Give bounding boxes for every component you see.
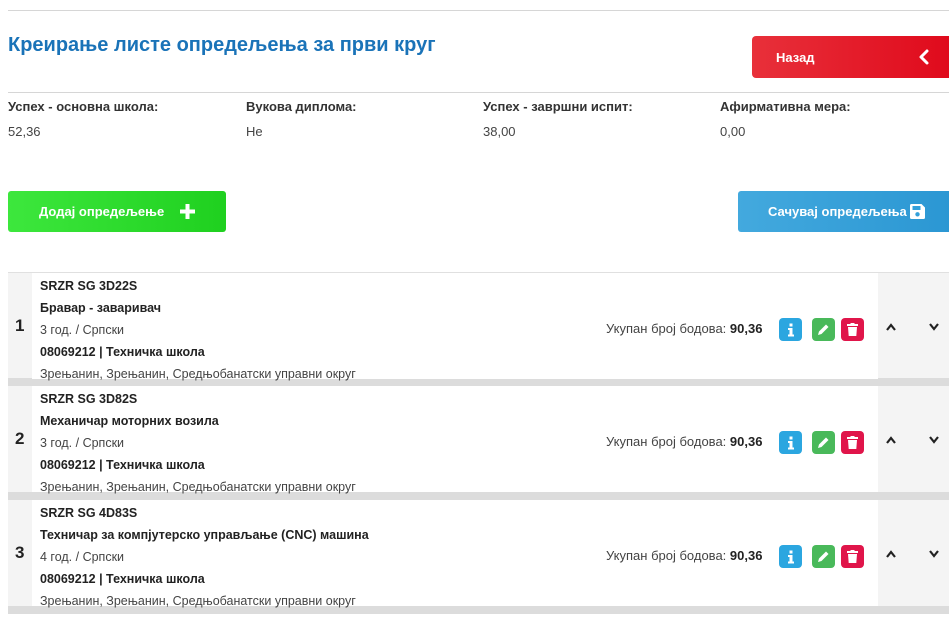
trash-icon (847, 436, 858, 449)
stat-value: 38,00 (483, 124, 516, 139)
stat-vuk-diploma: Вукова диплома: Не (246, 99, 357, 139)
chevron-up-icon[interactable] (885, 435, 897, 445)
edit-button[interactable] (812, 545, 835, 568)
info-button[interactable] (779, 318, 802, 341)
choice-duration-language: 4 год. / Српски (40, 550, 125, 564)
choice-total-label: Укупан број бодова: (606, 321, 727, 336)
choice-rank: 2 (15, 429, 25, 448)
choice-rank: 3 (15, 543, 25, 562)
add-choice-button[interactable]: Додај опредељење (8, 191, 226, 232)
choice-profile: Механичар моторних возила (40, 414, 219, 428)
save-choices-button[interactable]: Сачувај опредељења (738, 191, 949, 232)
pencil-icon (818, 324, 829, 335)
page-title: Креирање листе опредељења за први круг (8, 34, 436, 56)
stat-label: Вукова диплома: (246, 99, 357, 114)
delete-button[interactable] (841, 431, 864, 454)
choice-item: 3 SRZR SG 4D83S Техничар за компјутерско… (8, 500, 949, 614)
trash-icon (847, 550, 858, 563)
choice-body: SRZR SG 3D82S Механичар моторних возила … (32, 386, 878, 494)
back-button-label: Назад (776, 49, 815, 65)
info-icon (787, 436, 794, 449)
choice-body: SRZR SG 4D83S Техничар за компјутерско у… (32, 500, 878, 608)
choice-duration-language: 3 год. / Српски (40, 436, 125, 450)
stat-label: Успех - завршни испит: (483, 99, 633, 114)
stat-final-exam: Успех - завршни испит: 38,00 (483, 99, 633, 139)
chevron-down-icon[interactable] (928, 435, 940, 445)
add-choice-label: Додај опредељење (39, 204, 165, 219)
choice-total: Укупан број бодова: 90,36 (606, 321, 762, 336)
choice-total-value: 90,36 (729, 548, 763, 563)
stat-value: 0,00 (720, 124, 746, 139)
back-button[interactable]: Назад (752, 36, 949, 78)
stat-label: Афирмативна мера: (720, 99, 851, 114)
delete-button[interactable] (841, 545, 864, 568)
choice-location: Зрењанин, Зрењанин, Средњобанатски управ… (40, 594, 356, 608)
stat-affirmative-measure: Афирмативна мера: 0,00 (720, 99, 851, 139)
info-button[interactable] (779, 545, 802, 568)
choice-profile: Бравар - заваривач (40, 301, 161, 315)
choice-total-value: 90,36 (729, 434, 763, 449)
delete-button[interactable] (841, 318, 864, 341)
save-choices-label: Сачувај опредељења (768, 204, 907, 219)
choice-body: SRZR SG 3D22S Бравар - заваривач 3 год. … (32, 273, 878, 381)
choice-total-label: Укупан број бодова: (606, 434, 727, 449)
choice-total-value: 90,36 (729, 321, 763, 336)
choice-code: SRZR SG 4D83S (40, 506, 138, 520)
stat-value: Не (246, 124, 263, 139)
choice-code: SRZR SG 3D22S (40, 279, 138, 293)
choice-location: Зрењанин, Зрењанин, Средњобанатски управ… (40, 367, 356, 381)
score-summary: Успех - основна школа: 52,36 Вукова дипл… (8, 92, 949, 139)
chevron-up-icon[interactable] (885, 549, 897, 559)
top-divider (8, 10, 949, 11)
choice-school: 08069212 | Техничка школа (40, 345, 205, 359)
pencil-icon (818, 437, 829, 448)
chevron-up-icon[interactable] (885, 322, 897, 332)
trash-icon (847, 323, 858, 336)
choice-location: Зрењанин, Зрењанин, Средњобанатски управ… (40, 480, 356, 494)
choice-total: Укупан број бодова: 90,36 (606, 434, 762, 449)
edit-button[interactable] (812, 431, 835, 454)
info-icon (787, 323, 794, 336)
floppy-disk-icon (910, 204, 925, 219)
plus-icon (180, 204, 195, 219)
chevron-down-icon[interactable] (928, 322, 940, 332)
choice-profile: Техничар за компјутерско управљање (CNC)… (40, 528, 369, 542)
choice-item: 2 SRZR SG 3D82S Механичар моторних возил… (8, 386, 949, 500)
choice-rank: 1 (15, 316, 25, 335)
info-button[interactable] (779, 431, 802, 454)
choice-duration-language: 3 год. / Српски (40, 323, 125, 337)
pencil-icon (818, 551, 829, 562)
choice-total: Укупан број бодова: 90,36 (606, 548, 762, 563)
chevron-left-icon (919, 49, 929, 65)
choice-school: 08069212 | Техничка школа (40, 572, 205, 586)
choices-list: 1 SRZR SG 3D22S Бравар - заваривач 3 год… (8, 272, 949, 614)
stat-label: Успех - основна школа: (8, 99, 159, 114)
edit-button[interactable] (812, 318, 835, 341)
info-icon (787, 550, 794, 563)
stat-value: 52,36 (8, 124, 41, 139)
choice-school: 08069212 | Техничка школа (40, 458, 205, 472)
stat-primary-school: Успех - основна школа: 52,36 (8, 99, 158, 139)
choice-total-label: Укупан број бодова: (606, 548, 727, 563)
choice-code: SRZR SG 3D82S (40, 392, 138, 406)
chevron-down-icon[interactable] (928, 549, 940, 559)
choice-item: 1 SRZR SG 3D22S Бравар - заваривач 3 год… (8, 272, 949, 386)
